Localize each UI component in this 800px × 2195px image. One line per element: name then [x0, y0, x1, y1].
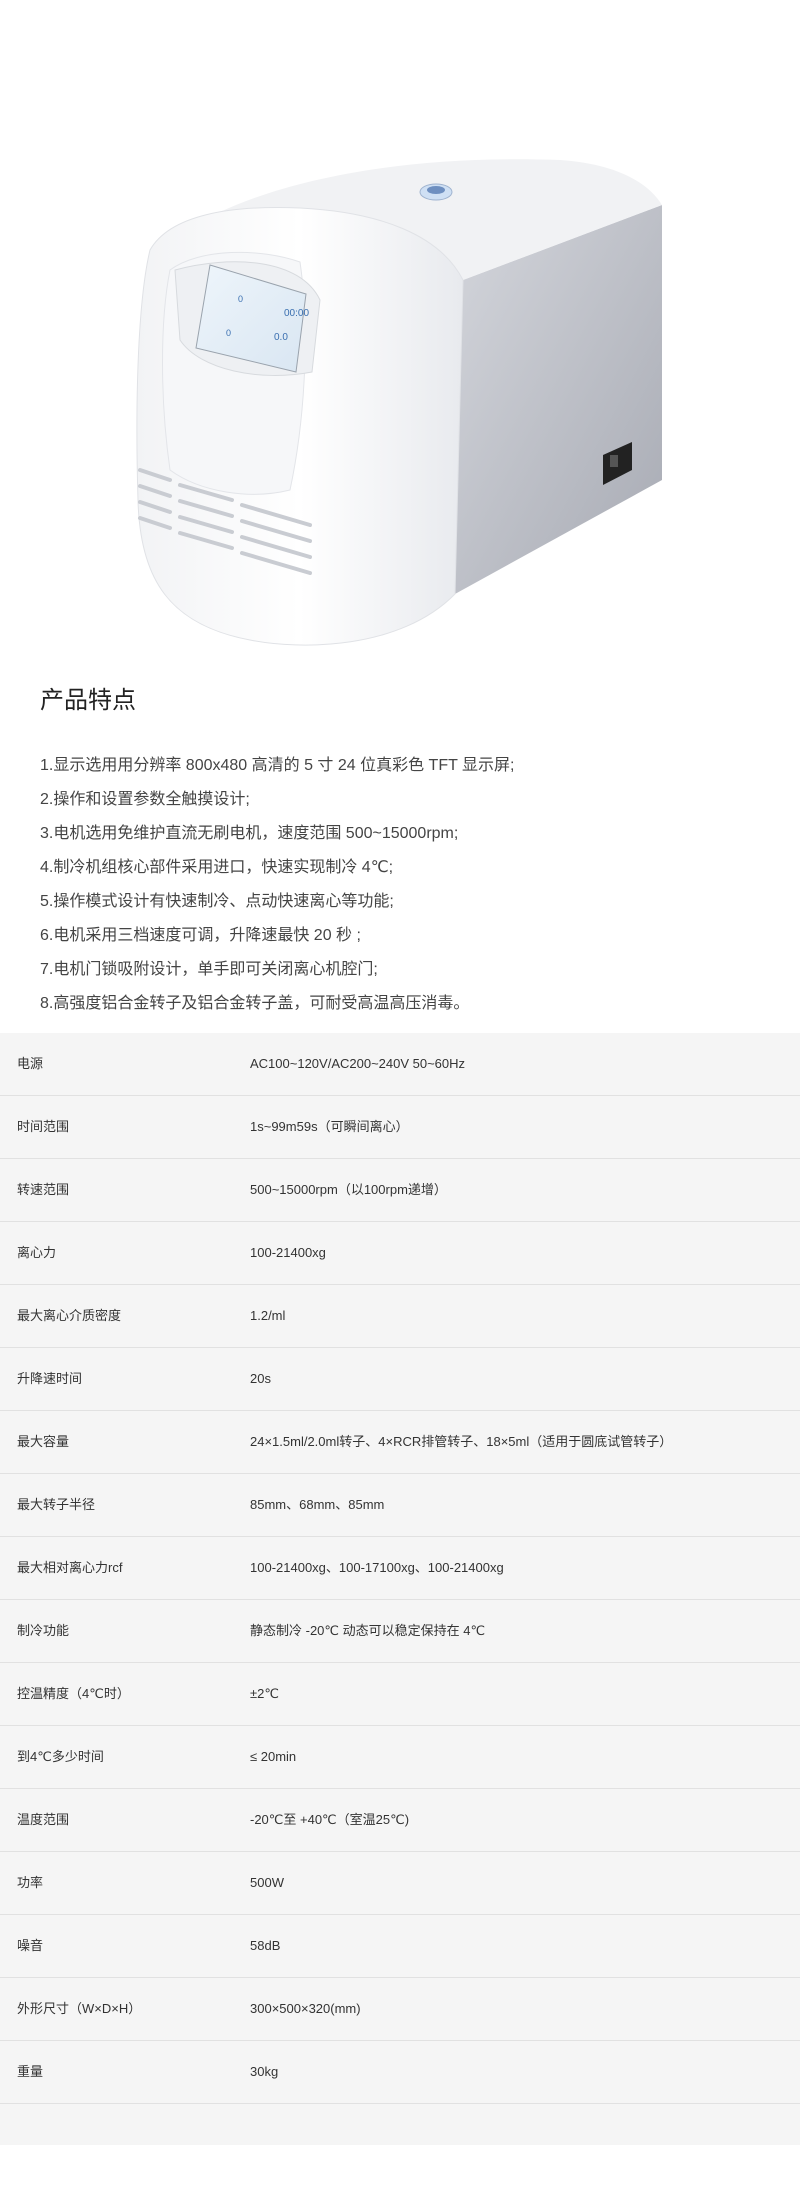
- spec-label: 最大离心介质密度: [17, 1308, 122, 1323]
- feature-item: 4.制冷机组核心部件采用进口，快速实现制冷 4℃;: [40, 859, 394, 876]
- spec-row: 重量 30kg: [0, 2041, 800, 2104]
- spec-row: 最大容量 24×1.5ml/2.0ml转子、4×RCR排管转子、18×5ml（适用…: [0, 1411, 800, 1474]
- spec-label: 电源: [17, 1056, 44, 1071]
- spec-value: 1s~99m59s（可瞬间离心）: [250, 1119, 409, 1134]
- feature-list: 1.显示选用用分辨率 800x480 高清的 5 寸 24 位真彩色 TFT 显…: [40, 749, 800, 1021]
- spec-value: 30kg: [250, 2064, 279, 2079]
- spec-row: 功率 500W: [0, 1852, 800, 1915]
- feature-item: 8.高强度铝合金转子及铝合金转子盖，可耐受高温高压消毒。: [40, 995, 470, 1012]
- centrifuge-illustration: 0 00:00 0 0.0: [136, 159, 662, 646]
- spec-row: 时间范围 1s~99m59s（可瞬间离心）: [0, 1096, 800, 1159]
- spec-label: 到4℃多少时间: [17, 1749, 104, 1764]
- feature-item: 7.电机门锁吸附设计，单手即可关闭离心机腔门;: [40, 961, 378, 978]
- spec-row: 温度范围 -20℃至 +40℃（室温25℃): [0, 1789, 800, 1852]
- feature-item: 2.操作和设置参数全触摸设计;: [40, 791, 250, 808]
- spec-value: 100-21400xg: [250, 1245, 326, 1260]
- spec-label: 最大相对离心力rcf: [17, 1560, 123, 1575]
- section-title: 产品特点: [40, 687, 136, 714]
- product-image: 0 00:00 0 0.0: [0, 0, 800, 660]
- spec-row: 到4℃多少时间 ≤ 20min: [0, 1726, 800, 1789]
- spec-value: -20℃至 +40℃（室温25℃): [250, 1812, 410, 1827]
- spec-value: 100-21400xg、100-17100xg、100-21400xg: [250, 1560, 504, 1575]
- spec-value: 20s: [250, 1371, 271, 1386]
- spec-value: ±2℃: [250, 1686, 279, 1701]
- features-section: 产品特点 1.显示选用用分辨率 800x480 高清的 5 寸 24 位真彩色 …: [0, 660, 800, 1021]
- spec-value: 24×1.5ml/2.0ml转子、4×RCR排管转子、18×5ml（适用于圆底试…: [250, 1434, 673, 1449]
- spec-row: 最大相对离心力rcf 100-21400xg、100-17100xg、100-21…: [0, 1537, 800, 1600]
- spec-row: 制冷功能 静态制冷 -20℃ 动态可以稳定保持在 4℃: [0, 1600, 800, 1663]
- feature-item: 6.电机采用三档速度可调，升降速最快 20 秒 ;: [40, 927, 361, 944]
- spec-value: 500W: [250, 1875, 284, 1890]
- spec-table: 电源 AC100~120V/AC200~240V 50~60Hz 时间范围 1s~9…: [0, 1033, 800, 2145]
- spec-label: 噪音: [17, 1938, 44, 1953]
- spec-label: 升降速时间: [17, 1371, 83, 1386]
- spec-label: 温度范围: [17, 1812, 70, 1827]
- feature-item: 3.电机选用免维护直流无刷电机，速度范围 500~15000rpm;: [40, 825, 459, 842]
- screen-value-a: 0: [238, 294, 243, 304]
- spec-label: 最大转子半径: [17, 1497, 96, 1512]
- spec-value: 300×500×320(mm): [250, 2001, 361, 2016]
- spec-value: ≤ 20min: [250, 1749, 297, 1764]
- screen-value-b: 0: [226, 328, 231, 338]
- feature-item: 5.操作模式设计有快速制冷、点动快速离心等功能;: [40, 893, 394, 910]
- screen-time: 00:00: [284, 308, 309, 319]
- spec-label: 时间范围: [17, 1119, 70, 1134]
- spec-row: 噪音 58dB: [0, 1915, 800, 1978]
- spec-label: 控温精度（4℃时）: [17, 1686, 130, 1701]
- spec-label: 离心力: [17, 1245, 57, 1260]
- spec-label: 制冷功能: [17, 1623, 70, 1638]
- spec-value: 500~15000rpm（以100rpm递增）: [250, 1182, 447, 1197]
- screen-temp: 0.0: [274, 332, 288, 343]
- spec-value: 58dB: [250, 1938, 281, 1953]
- spec-value: 1.2/ml: [250, 1308, 286, 1323]
- spec-row: 升降速时间 20s: [0, 1348, 800, 1411]
- spec-value: AC100~120V/AC200~240V 50~60Hz: [250, 1056, 466, 1071]
- spec-row: 外形尺寸（W×D×H） 300×500×320(mm): [0, 1978, 800, 2041]
- spec-row: 离心力 100-21400xg: [0, 1222, 800, 1285]
- spec-value: 85mm、68mm、85mm: [250, 1497, 385, 1512]
- spec-row: 电源 AC100~120V/AC200~240V 50~60Hz: [0, 1033, 800, 1096]
- spec-label: 重量: [17, 2064, 44, 2079]
- spec-row: 控温精度（4℃时） ±2℃: [0, 1663, 800, 1726]
- feature-item: 1.显示选用用分辨率 800x480 高清的 5 寸 24 位真彩色 TFT 显…: [40, 757, 515, 774]
- spec-label: 外形尺寸（W×D×H）: [17, 2001, 142, 2016]
- spec-label: 最大容量: [17, 1434, 70, 1449]
- spec-row: 最大转子半径 85mm、68mm、85mm: [0, 1474, 800, 1537]
- spec-value: 静态制冷 -20℃ 动态可以稳定保持在 4℃: [250, 1623, 486, 1638]
- spec-row: 转速范围 500~15000rpm（以100rpm递增）: [0, 1159, 800, 1222]
- spec-row: 最大离心介质密度 1.2/ml: [0, 1285, 800, 1348]
- spec-label: 转速范围: [17, 1182, 70, 1197]
- spec-label: 功率: [17, 1875, 44, 1890]
